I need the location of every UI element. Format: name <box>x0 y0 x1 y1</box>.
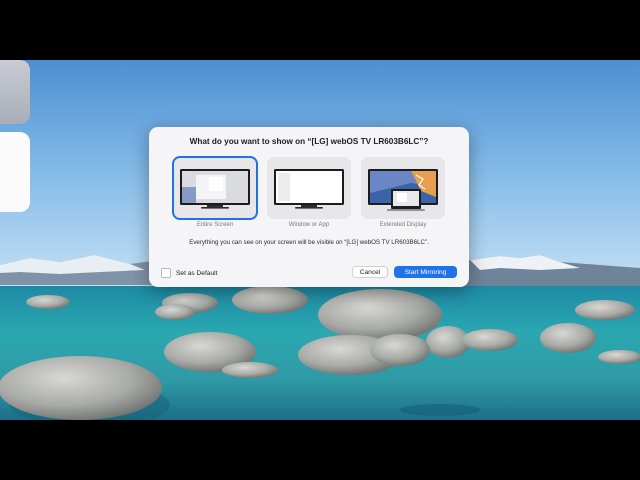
option-extended-display[interactable] <box>361 157 445 219</box>
set-as-default-row[interactable]: Set as Default <box>161 268 217 278</box>
desktop-widget-white[interactable] <box>0 132 30 212</box>
option-window-or-app[interactable] <box>267 157 351 219</box>
screen-mirroring-dialog: What do you want to show on “[LG] webOS … <box>149 127 469 287</box>
start-mirroring-button[interactable]: Start Mirroring <box>394 266 457 278</box>
dialog-title: What do you want to show on “[LG] webOS … <box>189 137 429 146</box>
desktop-widget[interactable] <box>0 60 30 124</box>
option-label-entire-screen: Entire Screen <box>196 222 234 228</box>
option-entire-screen[interactable] <box>172 156 258 220</box>
cancel-button[interactable]: Cancel <box>352 266 388 278</box>
option-label-extended-display: Extended Display <box>379 222 427 228</box>
window-icon <box>267 157 351 219</box>
option-label-window-or-app: Window or App <box>288 222 330 228</box>
extended-display-icon <box>361 157 445 219</box>
set-as-default-checkbox[interactable] <box>161 268 171 278</box>
entire-screen-icon <box>173 157 257 219</box>
info-text: Everything you can see on your screen wi… <box>189 239 429 246</box>
desktop: What do you want to show on “[LG] webOS … <box>0 60 640 420</box>
set-as-default-label: Set as Default <box>176 269 218 277</box>
